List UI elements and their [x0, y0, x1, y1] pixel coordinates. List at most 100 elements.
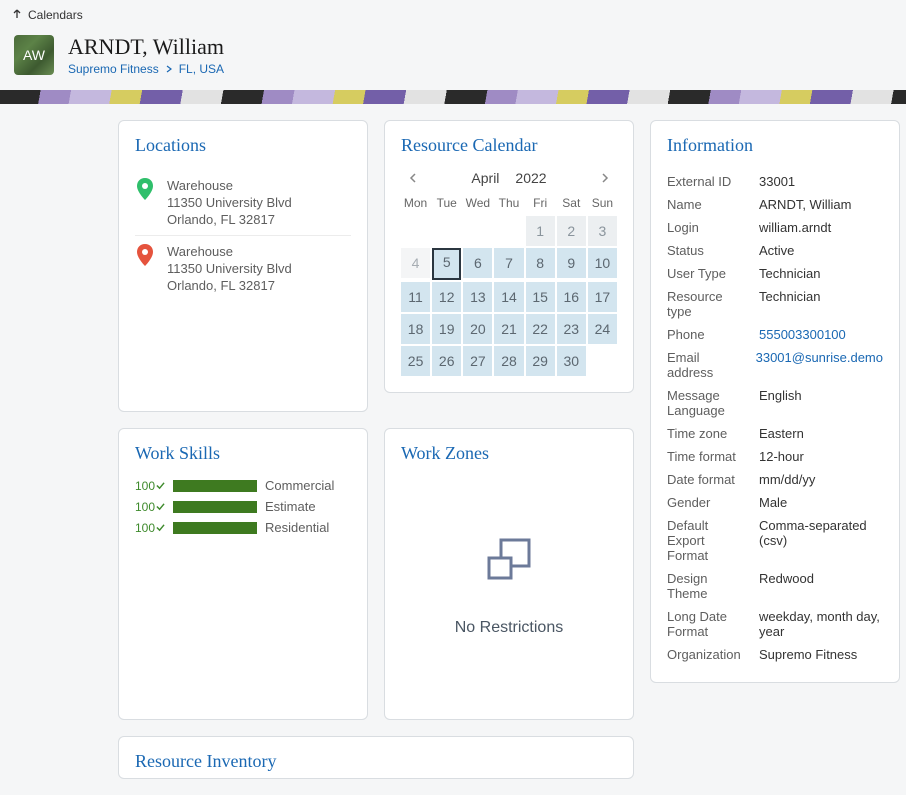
info-row: Long Date Format weekday, month day, yea… — [667, 605, 883, 643]
location-address-line1: 11350 University Blvd — [167, 261, 292, 276]
info-value: Comma-separated (csv) — [759, 518, 883, 563]
map-pin-icon — [135, 244, 155, 268]
calendar-month-year: April 2022 — [471, 170, 546, 186]
back-to-calendars[interactable]: Calendars — [0, 0, 906, 30]
work-zones-card: Work Zones No Restrictions — [384, 428, 634, 720]
info-key: Gender — [667, 495, 749, 510]
breadcrumb-region[interactable]: FL, USA — [179, 62, 224, 76]
calendar-day[interactable]: 6 — [463, 248, 492, 278]
info-row: Time format 12-hour — [667, 445, 883, 468]
breadcrumb-org[interactable]: Supremo Fitness — [68, 62, 159, 76]
skill-bar — [173, 522, 257, 534]
location-name: Warehouse — [167, 244, 292, 259]
work-zones-empty-icon — [483, 536, 535, 587]
calendar-day[interactable]: 7 — [494, 248, 523, 278]
skill-label: Residential — [265, 520, 329, 535]
info-key: Login — [667, 220, 749, 235]
info-value: weekday, month day, year — [759, 609, 883, 639]
location-item[interactable]: Warehouse 11350 University Blvd Orlando,… — [135, 236, 351, 301]
info-value: 33001 — [759, 174, 883, 189]
info-key: External ID — [667, 174, 749, 189]
info-value: Redwood — [759, 571, 883, 601]
info-row: Message Language English — [667, 384, 883, 422]
location-item[interactable]: Warehouse 11350 University Blvd Orlando,… — [135, 170, 351, 236]
calendar-day[interactable]: 29 — [526, 346, 555, 376]
decorative-stripe — [0, 90, 906, 104]
calendar-cell-empty — [401, 216, 430, 246]
info-key: Status — [667, 243, 749, 258]
info-value: william.arndt — [759, 220, 883, 235]
info-value: Male — [759, 495, 883, 510]
calendar-day[interactable]: 25 — [401, 346, 430, 376]
info-key: Resource type — [667, 289, 749, 319]
calendar-cell-empty — [463, 216, 492, 246]
info-key: Phone — [667, 327, 749, 342]
skill-percent: 100 — [135, 479, 165, 493]
info-key: Long Date Format — [667, 609, 749, 639]
info-key: User Type — [667, 266, 749, 281]
calendar-day[interactable]: 28 — [494, 346, 523, 376]
calendar-day[interactable]: 9 — [557, 248, 586, 278]
skill-label: Commercial — [265, 478, 334, 493]
work-zones-title: Work Zones — [401, 443, 617, 464]
info-row: Phone 555003300100 — [667, 323, 883, 346]
calendar-day[interactable]: 23 — [557, 314, 586, 344]
calendar-day[interactable]: 15 — [526, 282, 555, 312]
calendar-day[interactable]: 24 — [588, 314, 617, 344]
skill-bar — [173, 501, 257, 513]
calendar-day[interactable]: 1 — [526, 216, 555, 246]
info-value: Supremo Fitness — [759, 647, 883, 662]
locations-title: Locations — [135, 135, 351, 156]
calendar-day[interactable]: 21 — [494, 314, 523, 344]
calendar-dow: Thu — [494, 196, 523, 210]
info-key: Time zone — [667, 426, 749, 441]
info-value: 12-hour — [759, 449, 883, 464]
calendar-next-button[interactable] — [597, 170, 613, 186]
calendar-cell-empty — [588, 346, 617, 376]
skill-row: 100 Commercial — [135, 478, 351, 493]
calendar-day[interactable]: 3 — [588, 216, 617, 246]
work-skills-card: Work Skills 100 Commercial 100 Estimate … — [118, 428, 368, 720]
info-row: Date format mm/dd/yy — [667, 468, 883, 491]
calendar-day[interactable]: 4 — [401, 248, 430, 278]
info-value: mm/dd/yy — [759, 472, 883, 487]
location-address-line1: 11350 University Blvd — [167, 195, 292, 210]
skill-bar — [173, 480, 257, 492]
calendar-day[interactable]: 19 — [432, 314, 461, 344]
calendar-day[interactable]: 30 — [557, 346, 586, 376]
calendar-day[interactable]: 11 — [401, 282, 430, 312]
calendar-day[interactable]: 12 — [432, 282, 461, 312]
calendar-year: 2022 — [515, 170, 546, 186]
calendar-day[interactable]: 17 — [588, 282, 617, 312]
calendar-day[interactable]: 13 — [463, 282, 492, 312]
location-name: Warehouse — [167, 178, 292, 193]
info-value: Active — [759, 243, 883, 258]
calendar-day[interactable]: 16 — [557, 282, 586, 312]
skill-row: 100 Residential — [135, 520, 351, 535]
calendar-day[interactable]: 14 — [494, 282, 523, 312]
info-key: Organization — [667, 647, 749, 662]
calendar-day[interactable]: 8 — [526, 248, 555, 278]
info-row: Name ARNDT, William — [667, 193, 883, 216]
back-label: Calendars — [28, 8, 83, 22]
calendar-dow: Sat — [557, 196, 586, 210]
calendar-day[interactable]: 5 — [432, 248, 461, 280]
calendar-day[interactable]: 2 — [557, 216, 586, 246]
calendar-day[interactable]: 26 — [432, 346, 461, 376]
calendar-day[interactable]: 10 — [588, 248, 617, 278]
info-value[interactable]: 33001@sunrise.demo — [756, 350, 883, 380]
calendar-cell-empty — [494, 216, 523, 246]
info-row: Default Export Format Comma-separated (c… — [667, 514, 883, 567]
information-title: Information — [667, 135, 883, 156]
calendar-card: Resource Calendar April 2022 MonTueWedTh… — [384, 120, 634, 393]
calendar-day[interactable]: 18 — [401, 314, 430, 344]
info-value: ARNDT, William — [759, 197, 883, 212]
info-value[interactable]: 555003300100 — [759, 327, 883, 342]
calendar-day[interactable]: 22 — [526, 314, 555, 344]
calendar-day[interactable]: 27 — [463, 346, 492, 376]
calendar-prev-button[interactable] — [405, 170, 421, 186]
info-row: Status Active — [667, 239, 883, 262]
calendar-day[interactable]: 20 — [463, 314, 492, 344]
resource-inventory-card: Resource Inventory — [118, 736, 634, 779]
resource-inventory-title: Resource Inventory — [135, 751, 617, 772]
